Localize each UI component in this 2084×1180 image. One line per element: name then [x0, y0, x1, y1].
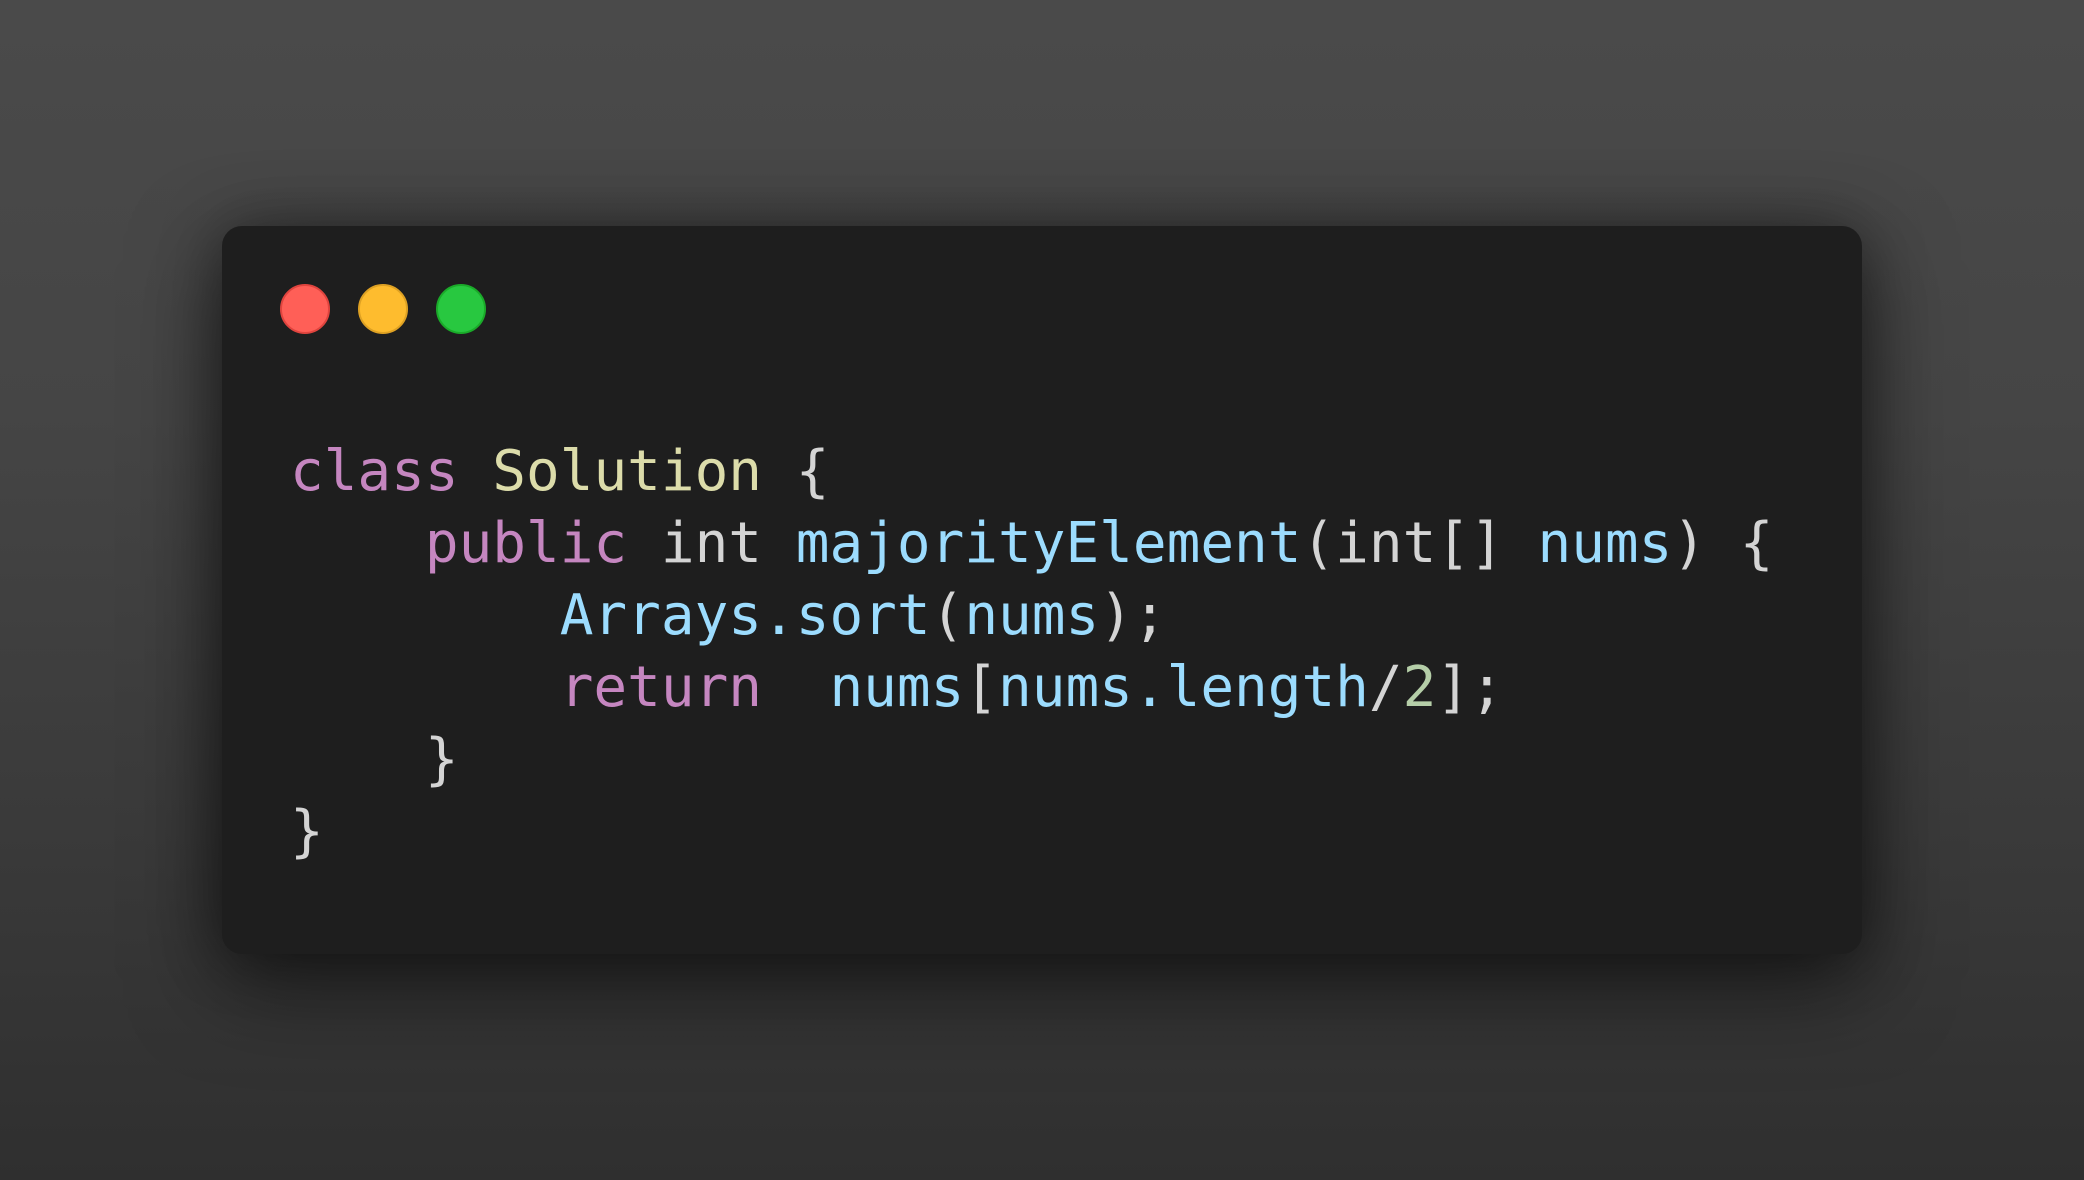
token-class-name: Solution [492, 439, 763, 504]
close-button[interactable] [280, 284, 330, 334]
code-line-2: public int majorityElement(int[] nums) { [290, 508, 1774, 580]
token-identifier: nums.length [998, 655, 1369, 720]
code-line-5: } [290, 724, 1774, 796]
token-identifier: nums [829, 655, 965, 720]
token-punctuation: ]; [1436, 655, 1504, 720]
code-line-6: } [290, 796, 1774, 868]
token-punctuation: } [290, 727, 459, 792]
zoom-button[interactable] [436, 284, 486, 334]
token-punctuation: ) { [1672, 511, 1774, 576]
token-identifier: nums [1537, 511, 1673, 576]
window-controls [280, 284, 486, 336]
token-number: 2 [1402, 655, 1437, 720]
code-block: class Solution { public int majorityElem… [290, 436, 1774, 868]
token-keyword: return [559, 655, 763, 720]
token-identifier: nums [964, 583, 1100, 648]
token-method-call: Arrays.sort [559, 583, 931, 648]
token-punctuation: [ [964, 655, 999, 720]
token-punctuation: } [290, 799, 324, 864]
code-line-4: return nums[nums.length/2]; [290, 652, 1774, 724]
token-punctuation: ); [1099, 583, 1167, 648]
token-type: int [627, 511, 796, 576]
token-method-name: majorityElement [795, 511, 1302, 576]
token-punctuation: ( [930, 583, 965, 648]
code-line-3: Arrays.sort(nums); [290, 580, 1774, 652]
token-keyword: class [290, 439, 459, 504]
token-param-type: (int[] [1301, 511, 1538, 576]
token-keyword: public [424, 511, 628, 576]
token-operator: / [1368, 655, 1403, 720]
minimize-button[interactable] [358, 284, 408, 334]
token-punctuation: { [762, 439, 830, 504]
code-window: class Solution { public int majorityElem… [222, 226, 1862, 954]
code-line-1: class Solution { [290, 436, 1774, 508]
